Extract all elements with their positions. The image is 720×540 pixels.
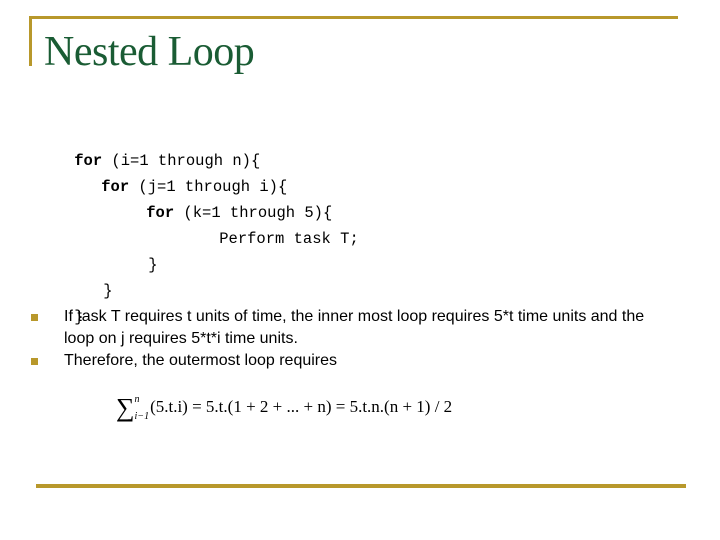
summation-limits: n i−1 xyxy=(134,394,150,422)
bullet-text: If task T requires t units of time, the … xyxy=(64,308,645,347)
sigma-icon: ∑ xyxy=(116,393,135,422)
lower-limit: i−1 xyxy=(134,411,150,422)
code-line: for (k=1 through 5){ xyxy=(109,174,332,222)
code-line: } xyxy=(37,278,83,326)
bullet-list: If task T requires t units of time, the … xyxy=(30,306,670,372)
code-line: } xyxy=(66,252,112,300)
upper-limit: n xyxy=(134,394,140,405)
code-keyword: for xyxy=(146,204,175,222)
code-line: } xyxy=(111,226,157,274)
square-bullet-icon xyxy=(31,358,38,365)
code-text: } xyxy=(148,256,158,274)
code-line: for (j=1 through i){ xyxy=(64,148,287,196)
square-bullet-icon xyxy=(31,314,38,321)
formula-body: (5.t.i) = 5.t.(1 + 2 + ... + n) = 5.t.n.… xyxy=(150,397,453,416)
bullet-item: Therefore, the outermost loop requires xyxy=(30,350,670,372)
code-line: for (i=1 through n){ xyxy=(37,122,260,170)
bullet-text: Therefore, the outermost loop requires xyxy=(64,352,338,369)
code-line: Perform task T; xyxy=(182,200,359,248)
title-rule-left xyxy=(29,16,32,66)
bullet-item: If task T requires t units of time, the … xyxy=(30,306,670,350)
slide-title: Nested Loop xyxy=(44,29,255,75)
footer-rule xyxy=(36,484,686,488)
code-text: Perform task T; xyxy=(219,230,359,248)
code-text: } xyxy=(103,282,113,300)
title-rule-top xyxy=(29,16,678,19)
summation-formula: ∑ n i−1 (5.t.i) = 5.t.(1 + 2 + ... + n) … xyxy=(116,393,453,422)
